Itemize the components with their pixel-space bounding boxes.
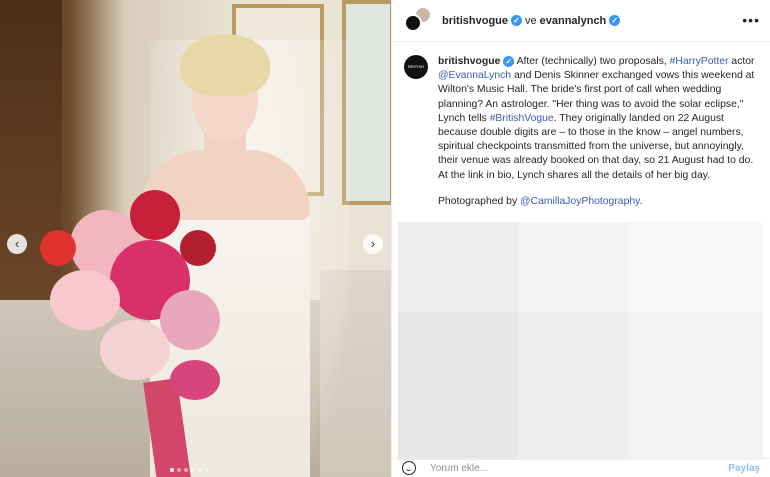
photo-credit-link[interactable]: @CamillaJoyPhotography (520, 196, 640, 207)
photo-bouquet (40, 170, 230, 420)
carousel-dot (184, 468, 188, 472)
carousel-prev-button[interactable]: ‹ (7, 234, 27, 254)
photo-credit-suffix: . (639, 195, 643, 207)
photo-credit-prefix: Photographed by (438, 195, 521, 207)
carousel-dot (170, 468, 174, 472)
comment-input[interactable] (430, 462, 680, 474)
post-photo[interactable]: ‹ › (0, 0, 391, 477)
caption-link[interactable]: #HarryPotter (670, 56, 729, 67)
header-conjunction: ve (525, 14, 537, 27)
carousel-dot (191, 468, 195, 472)
caption-link[interactable]: @EvannaLynch (438, 70, 511, 81)
post-comment-button[interactable]: Paylaş (728, 463, 760, 474)
chevron-right-icon: › (370, 236, 376, 251)
avatar-britishvogue[interactable] (404, 13, 422, 32)
header-accounts: britishvogue ✓ ve evannalynch ✓ (442, 14, 621, 27)
caption-username[interactable]: britishvogue (438, 56, 500, 67)
verified-badge-icon: ✓ (511, 15, 523, 26)
caption-text-segment: After (technically) two proposals, (516, 56, 670, 67)
collab-avatars[interactable] (404, 5, 434, 36)
header-account-secondary[interactable]: evannalynch (540, 15, 607, 27)
caption-text-segment: actor (728, 56, 755, 67)
blurred-comments-area (398, 222, 763, 460)
carousel-next-button[interactable]: › (363, 234, 383, 254)
caption-body: britishvogue ✓ After (technically) two p… (438, 55, 759, 209)
photo-hair (180, 34, 270, 96)
caption-text: After (technically) two proposals, #Harr… (438, 56, 755, 181)
carousel-indicator (170, 468, 209, 472)
caption-avatar[interactable]: BRITISH VOGUE (404, 55, 428, 93)
emoji-icon[interactable] (402, 461, 416, 475)
photo-credit: Photographed by @CamillaJoyPhotography. (438, 195, 759, 209)
chevron-left-icon: ‹ (14, 236, 20, 251)
carousel-dot (177, 468, 181, 472)
post-sidebar: britishvogue ✓ ve evannalynch ✓ ••• BRIT… (391, 0, 770, 477)
carousel-dot (205, 468, 209, 472)
post-caption: BRITISH VOGUE britishvogue ✓ After (tech… (404, 55, 759, 209)
comment-bar: Paylaş (392, 458, 770, 477)
verified-badge-icon: ✓ (503, 56, 515, 67)
post-header: britishvogue ✓ ve evannalynch ✓ ••• (392, 0, 770, 42)
verified-badge-icon: ✓ (609, 15, 621, 26)
more-options-icon[interactable]: ••• (742, 12, 760, 28)
header-account-primary[interactable]: britishvogue (442, 15, 508, 27)
avatar-logo-text: BRITISH VOGUE (408, 64, 424, 93)
carousel-dot (198, 468, 202, 472)
caption-link[interactable]: #BritishVogue (490, 113, 554, 124)
